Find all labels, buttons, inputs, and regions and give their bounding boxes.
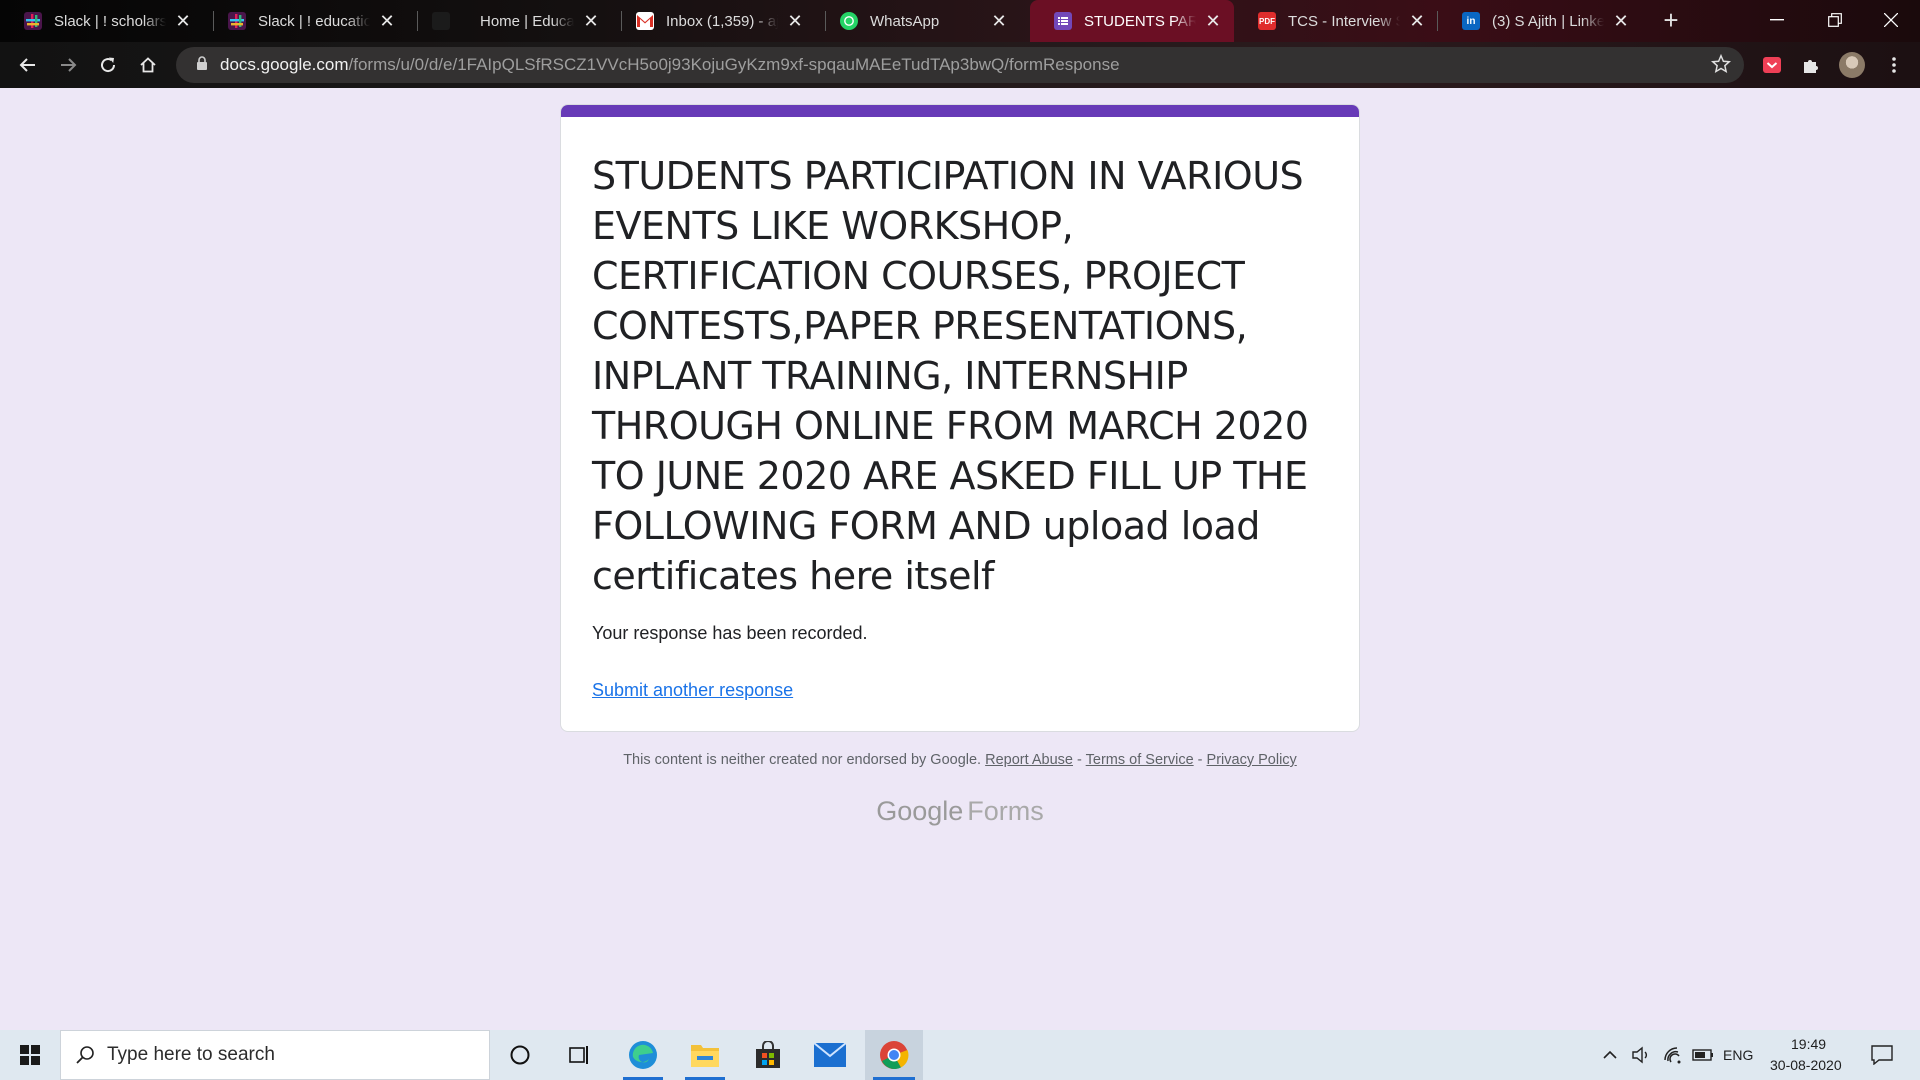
tab-title: WhatsApp: [870, 12, 940, 30]
google-forms-logo[interactable]: Google Forms: [0, 796, 1920, 827]
reload-button[interactable]: [92, 49, 124, 81]
language-indicator[interactable]: ENG: [1723, 1047, 1753, 1063]
tab-gmail-inbox[interactable]: Inbox (1,359) - ajith ✕: [612, 0, 816, 42]
tab-title: Inbox (1,359) - ajith: [666, 12, 778, 30]
close-icon[interactable]: ✕: [1610, 11, 1632, 32]
windows-start-icon[interactable]: [0, 1030, 60, 1080]
restore-button[interactable]: [1806, 0, 1864, 40]
lock-icon[interactable]: [184, 55, 220, 75]
gmail-icon: [636, 12, 654, 30]
submit-another-response-link[interactable]: Submit another response: [592, 680, 793, 701]
whatsapp-icon: [840, 12, 858, 30]
close-icon[interactable]: ✕: [988, 11, 1010, 32]
report-abuse-link[interactable]: Report Abuse: [985, 752, 1073, 768]
tab-educative[interactable]: Home | Educative ✕: [408, 0, 612, 42]
tab-title: (3) S Ajith | LinkedIn: [1492, 12, 1604, 30]
mail-icon[interactable]: [802, 1030, 858, 1080]
form-accent-bar: [561, 105, 1359, 117]
disclaimer-text: This content is neither created nor endo…: [623, 752, 982, 768]
browser-toolbar: docs.google.com/forms/u/0/d/e/1FAIpQLSfR…: [0, 42, 1920, 88]
chrome-taskbar-icon[interactable]: [865, 1030, 923, 1080]
address-bar[interactable]: docs.google.com/forms/u/0/d/e/1FAIpQLSfR…: [176, 47, 1744, 83]
clock-time[interactable]: 19:49: [1791, 1036, 1826, 1052]
cortana-icon[interactable]: [492, 1030, 548, 1080]
edge-browser-icon[interactable]: [615, 1030, 671, 1080]
close-icon[interactable]: ✕: [784, 11, 806, 32]
extensions-puzzle-icon[interactable]: [1797, 51, 1825, 79]
slack-icon: [228, 12, 246, 30]
url-host: docs.google.com: [220, 55, 349, 74]
close-icon[interactable]: ✕: [1202, 11, 1224, 32]
tab-slack-education[interactable]: Slack | ! education ✕: [204, 0, 408, 42]
forward-button[interactable]: [52, 49, 84, 81]
browser-tab-strip: Slack | ! scholarship ✕ Slack | ! educat…: [0, 0, 1920, 42]
tab-title: Home | Educative: [480, 12, 574, 30]
educative-icon: [432, 12, 450, 30]
brand-forms: Forms: [967, 796, 1044, 826]
pdf-icon: PDF: [1258, 12, 1276, 30]
footer-disclaimer: This content is neither created nor endo…: [0, 752, 1920, 768]
minimize-button[interactable]: [1748, 0, 1806, 40]
menu-kebab-icon[interactable]: [1880, 51, 1908, 79]
linkedin-icon: in: [1462, 12, 1480, 30]
action-center-icon[interactable]: [1862, 1030, 1902, 1080]
tab-slack-scholarship[interactable]: Slack | ! scholarship ✕: [0, 0, 204, 42]
tab-title: TCS - Interview Skills: [1288, 12, 1400, 30]
new-tab-button[interactable]: +: [1655, 4, 1687, 38]
close-icon[interactable]: ✕: [580, 11, 602, 32]
volume-icon[interactable]: [1628, 1030, 1654, 1080]
tab-title: STUDENTS PARTICIPATION: [1084, 12, 1196, 30]
bookmark-star-icon[interactable]: [1710, 53, 1734, 77]
tab-title: Slack | ! scholarship: [54, 12, 166, 30]
microsoft-store-icon[interactable]: [740, 1030, 796, 1080]
profile-avatar-icon[interactable]: [1838, 51, 1866, 79]
brand-google: Google: [876, 796, 964, 826]
windows-taskbar: Type here to search ENG 19:49 30-08-2020: [0, 1030, 1920, 1080]
close-icon[interactable]: ✕: [1406, 11, 1428, 32]
footer-separator: -: [1077, 752, 1082, 768]
file-explorer-icon[interactable]: [677, 1030, 733, 1080]
tab-whatsapp[interactable]: WhatsApp ✕: [816, 0, 1020, 42]
home-button[interactable]: [132, 49, 164, 81]
terms-of-service-link[interactable]: Terms of Service: [1086, 752, 1194, 768]
close-window-button[interactable]: [1862, 0, 1920, 40]
form-title: STUDENTS PARTICIPATION IN VARIOUS EVENTS…: [592, 154, 1309, 598]
tab-linkedin[interactable]: in (3) S Ajith | LinkedIn ✕: [1438, 0, 1642, 42]
task-view-icon[interactable]: [552, 1030, 608, 1080]
close-icon[interactable]: ✕: [172, 11, 194, 32]
url-path: /forms/u/0/d/e/1FAIpQLSfRSCZ1VVcH5o0j93K…: [348, 55, 1120, 74]
search-placeholder: Type here to search: [107, 1044, 275, 1065]
url-text: docs.google.com/forms/u/0/d/e/1FAIpQLSfR…: [220, 55, 1120, 75]
back-button[interactable]: [12, 49, 44, 81]
footer-separator: -: [1197, 752, 1203, 768]
google-forms-icon: [1054, 12, 1072, 30]
privacy-policy-link[interactable]: Privacy Policy: [1207, 752, 1297, 768]
response-recorded-message: Your response has been recorded.: [592, 623, 868, 643]
pocket-extension-icon[interactable]: [1758, 51, 1786, 79]
slack-icon: [24, 12, 42, 30]
clock-date[interactable]: 30-08-2020: [1770, 1057, 1842, 1073]
tab-title: Slack | ! education: [258, 12, 370, 30]
close-icon[interactable]: ✕: [376, 11, 398, 32]
tab-tcs-interview[interactable]: PDF TCS - Interview Skills ✕: [1234, 0, 1438, 42]
tab-students-participation[interactable]: STUDENTS PARTICIPATION ✕: [1030, 0, 1234, 42]
search-icon: [75, 1045, 95, 1065]
show-hidden-icons-chevron-icon[interactable]: [1598, 1030, 1622, 1080]
wifi-icon[interactable]: [1660, 1030, 1686, 1080]
form-response-card: STUDENTS PARTICIPATION IN VARIOUS EVENTS…: [560, 104, 1360, 732]
battery-icon[interactable]: [1690, 1030, 1716, 1080]
taskbar-search-box[interactable]: Type here to search: [60, 1030, 490, 1080]
